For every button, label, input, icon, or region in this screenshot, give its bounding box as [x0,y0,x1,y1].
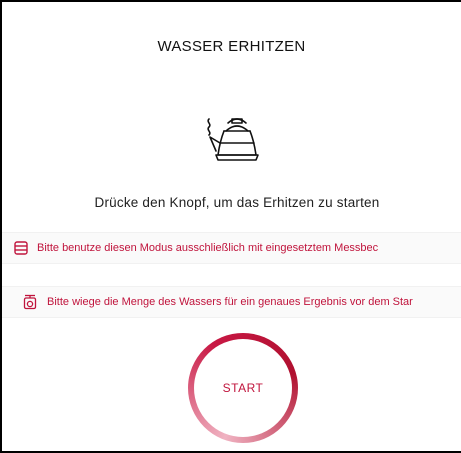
hint-scale: Bitte wiege die Menge des Wassers für ei… [2,286,461,318]
start-button-label: START [222,381,264,395]
heat-water-screen: WASSER ERHITZEN Drücke den Knopf, um das… [0,0,461,453]
instruction-text: Drücke den Knopf, um das Erhitzen zu sta… [94,195,380,210]
start-button-inner: START [194,339,292,437]
measuring-cup-icon [14,241,28,255]
start-button[interactable]: START [188,333,298,443]
scale-icon [23,294,37,310]
hint-text: Bitte wiege die Menge des Wassers für ei… [47,296,413,308]
kettle-icon [207,118,259,161]
hint-measuring-cup: Bitte benutze diesen Modus ausschließlic… [2,232,461,264]
page-title: WASSER ERHITZEN [157,38,306,55]
hint-text: Bitte benutze diesen Modus ausschließlic… [37,242,379,254]
